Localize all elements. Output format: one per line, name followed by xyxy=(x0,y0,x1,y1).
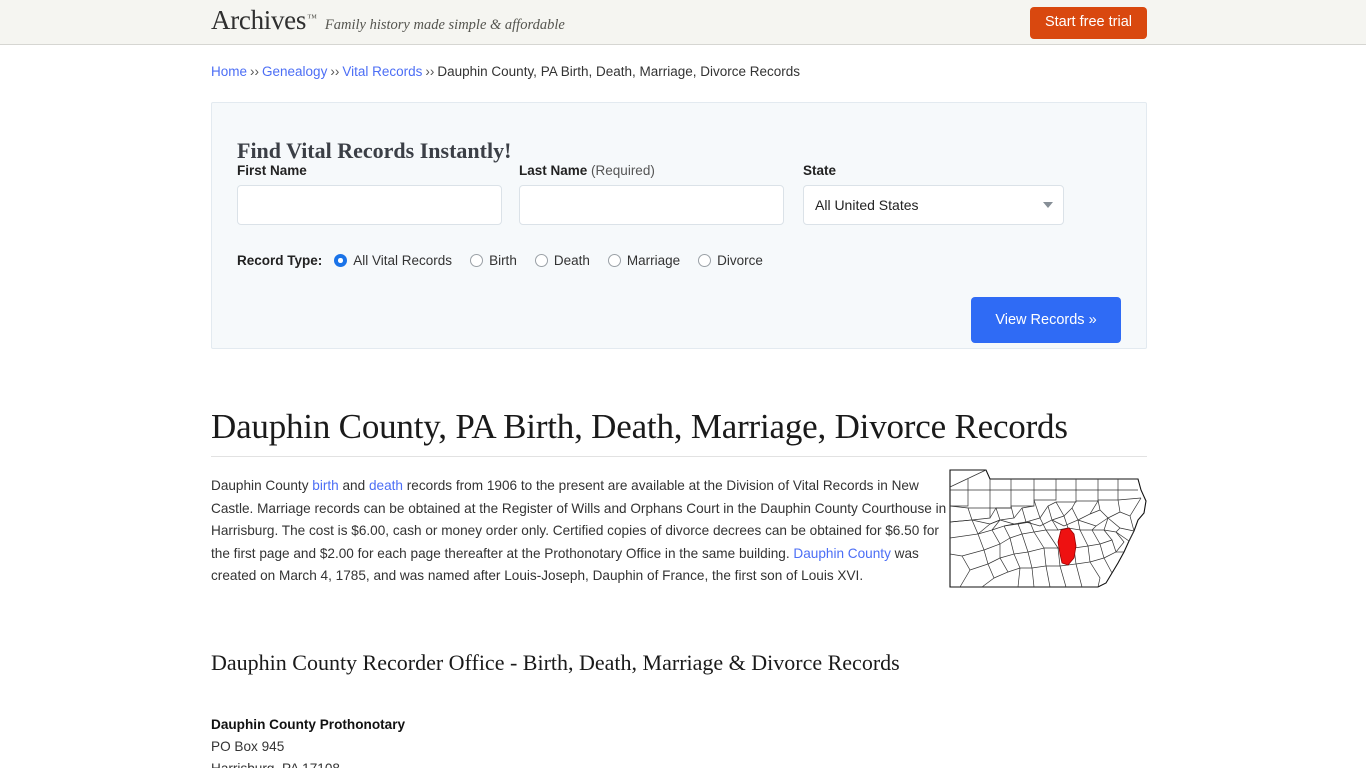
dauphin-county-link[interactable]: Dauphin County xyxy=(793,546,891,561)
trademark-icon: ™ xyxy=(307,13,317,24)
radio-icon[interactable] xyxy=(698,254,712,267)
recorder-office-heading: Dauphin County Recorder Office - Birth, … xyxy=(211,650,900,675)
office-info-block: Dauphin County Prothonotary PO Box 945 H… xyxy=(211,714,453,768)
view-records-button[interactable]: View Records » xyxy=(971,297,1121,343)
breadcrumb-item-vital-records[interactable]: Vital Records xyxy=(342,64,422,79)
radio-marriage[interactable]: Marriage xyxy=(607,253,681,268)
office-address-line-1: PO Box 945 xyxy=(211,739,285,754)
radio-label-death: Death xyxy=(553,253,590,268)
first-name-input[interactable] xyxy=(237,185,502,225)
radio-icon-checked[interactable] xyxy=(334,254,348,267)
state-label: State xyxy=(803,163,837,178)
breadcrumb-separator: ›› xyxy=(330,64,340,79)
office-name: Dauphin County Prothonotary xyxy=(211,717,406,732)
radio-icon[interactable] xyxy=(607,254,621,267)
start-free-trial-button[interactable]: Start free trial xyxy=(1029,7,1147,39)
radio-label-birth: Birth xyxy=(489,253,517,268)
first-name-field-group: First Name xyxy=(237,163,502,225)
death-records-link[interactable]: death xyxy=(369,478,403,493)
state-field-group: State All United States xyxy=(803,163,1064,225)
pa-map-svg xyxy=(949,469,1147,588)
logo-wordmark: Archives xyxy=(211,5,307,35)
last-name-input[interactable] xyxy=(519,185,784,225)
pennsylvania-county-map xyxy=(948,468,1148,590)
intro-paragraph: Dauphin County birth and death records f… xyxy=(211,475,951,588)
last-name-required-note: (Required) xyxy=(591,163,655,178)
site-tagline: Family history made simple & affordable xyxy=(324,17,565,33)
site-logo[interactable]: Archives ™ Family history made simple & … xyxy=(211,7,565,34)
radio-all-vital-records[interactable]: All Vital Records xyxy=(334,253,452,268)
radio-icon[interactable] xyxy=(470,254,484,267)
radio-divorce[interactable]: Divorce xyxy=(698,253,763,268)
paragraph-part-2: and xyxy=(338,478,369,493)
vital-records-search-panel: Find Vital Records Instantly! First Name… xyxy=(211,102,1147,349)
last-name-label: Last Name (Required) xyxy=(519,163,784,178)
breadcrumb-item-home[interactable]: Home xyxy=(211,64,247,79)
paragraph-part-1: Dauphin County xyxy=(211,478,313,493)
breadcrumb-item-current: Dauphin County, PA Birth, Death, Marriag… xyxy=(437,64,801,79)
last-name-field-group: Last Name (Required) xyxy=(519,163,784,225)
search-panel-title: Find Vital Records Instantly! xyxy=(237,138,512,164)
last-name-label-text: Last Name xyxy=(519,163,588,178)
radio-icon[interactable] xyxy=(534,254,548,267)
radio-label-divorce: Divorce xyxy=(717,253,763,268)
breadcrumb: Home ›› Genealogy ›› Vital Records ›› Dauphin … xyxy=(211,64,800,79)
radio-label-marriage: Marriage xyxy=(626,253,681,268)
header-inner: Archives ™ Family history made simple & … xyxy=(0,0,1366,45)
birth-records-link[interactable]: birth xyxy=(312,478,338,493)
first-name-label: First Name xyxy=(237,163,307,178)
site-header: Archives ™ Family history made simple & … xyxy=(0,0,1366,45)
breadcrumb-separator: ›› xyxy=(425,64,435,79)
title-divider xyxy=(211,456,1147,457)
breadcrumb-item-genealogy[interactable]: Genealogy xyxy=(262,64,327,79)
record-type-label: Record Type: xyxy=(237,253,323,268)
office-address-line-2: Harrisburg, PA 17108 xyxy=(211,758,453,768)
page-title: Dauphin County, PA Birth, Death, Marriag… xyxy=(211,407,1068,446)
radio-label-all: All Vital Records xyxy=(353,253,453,268)
radio-birth[interactable]: Birth xyxy=(470,253,517,268)
state-select[interactable]: All United States xyxy=(803,185,1064,225)
radio-death[interactable]: Death xyxy=(534,253,590,268)
breadcrumb-separator: ›› xyxy=(250,64,260,79)
record-type-row: Record Type: All Vital Records Birth Dea… xyxy=(237,253,781,268)
state-select-wrapper: All United States xyxy=(803,185,1064,225)
